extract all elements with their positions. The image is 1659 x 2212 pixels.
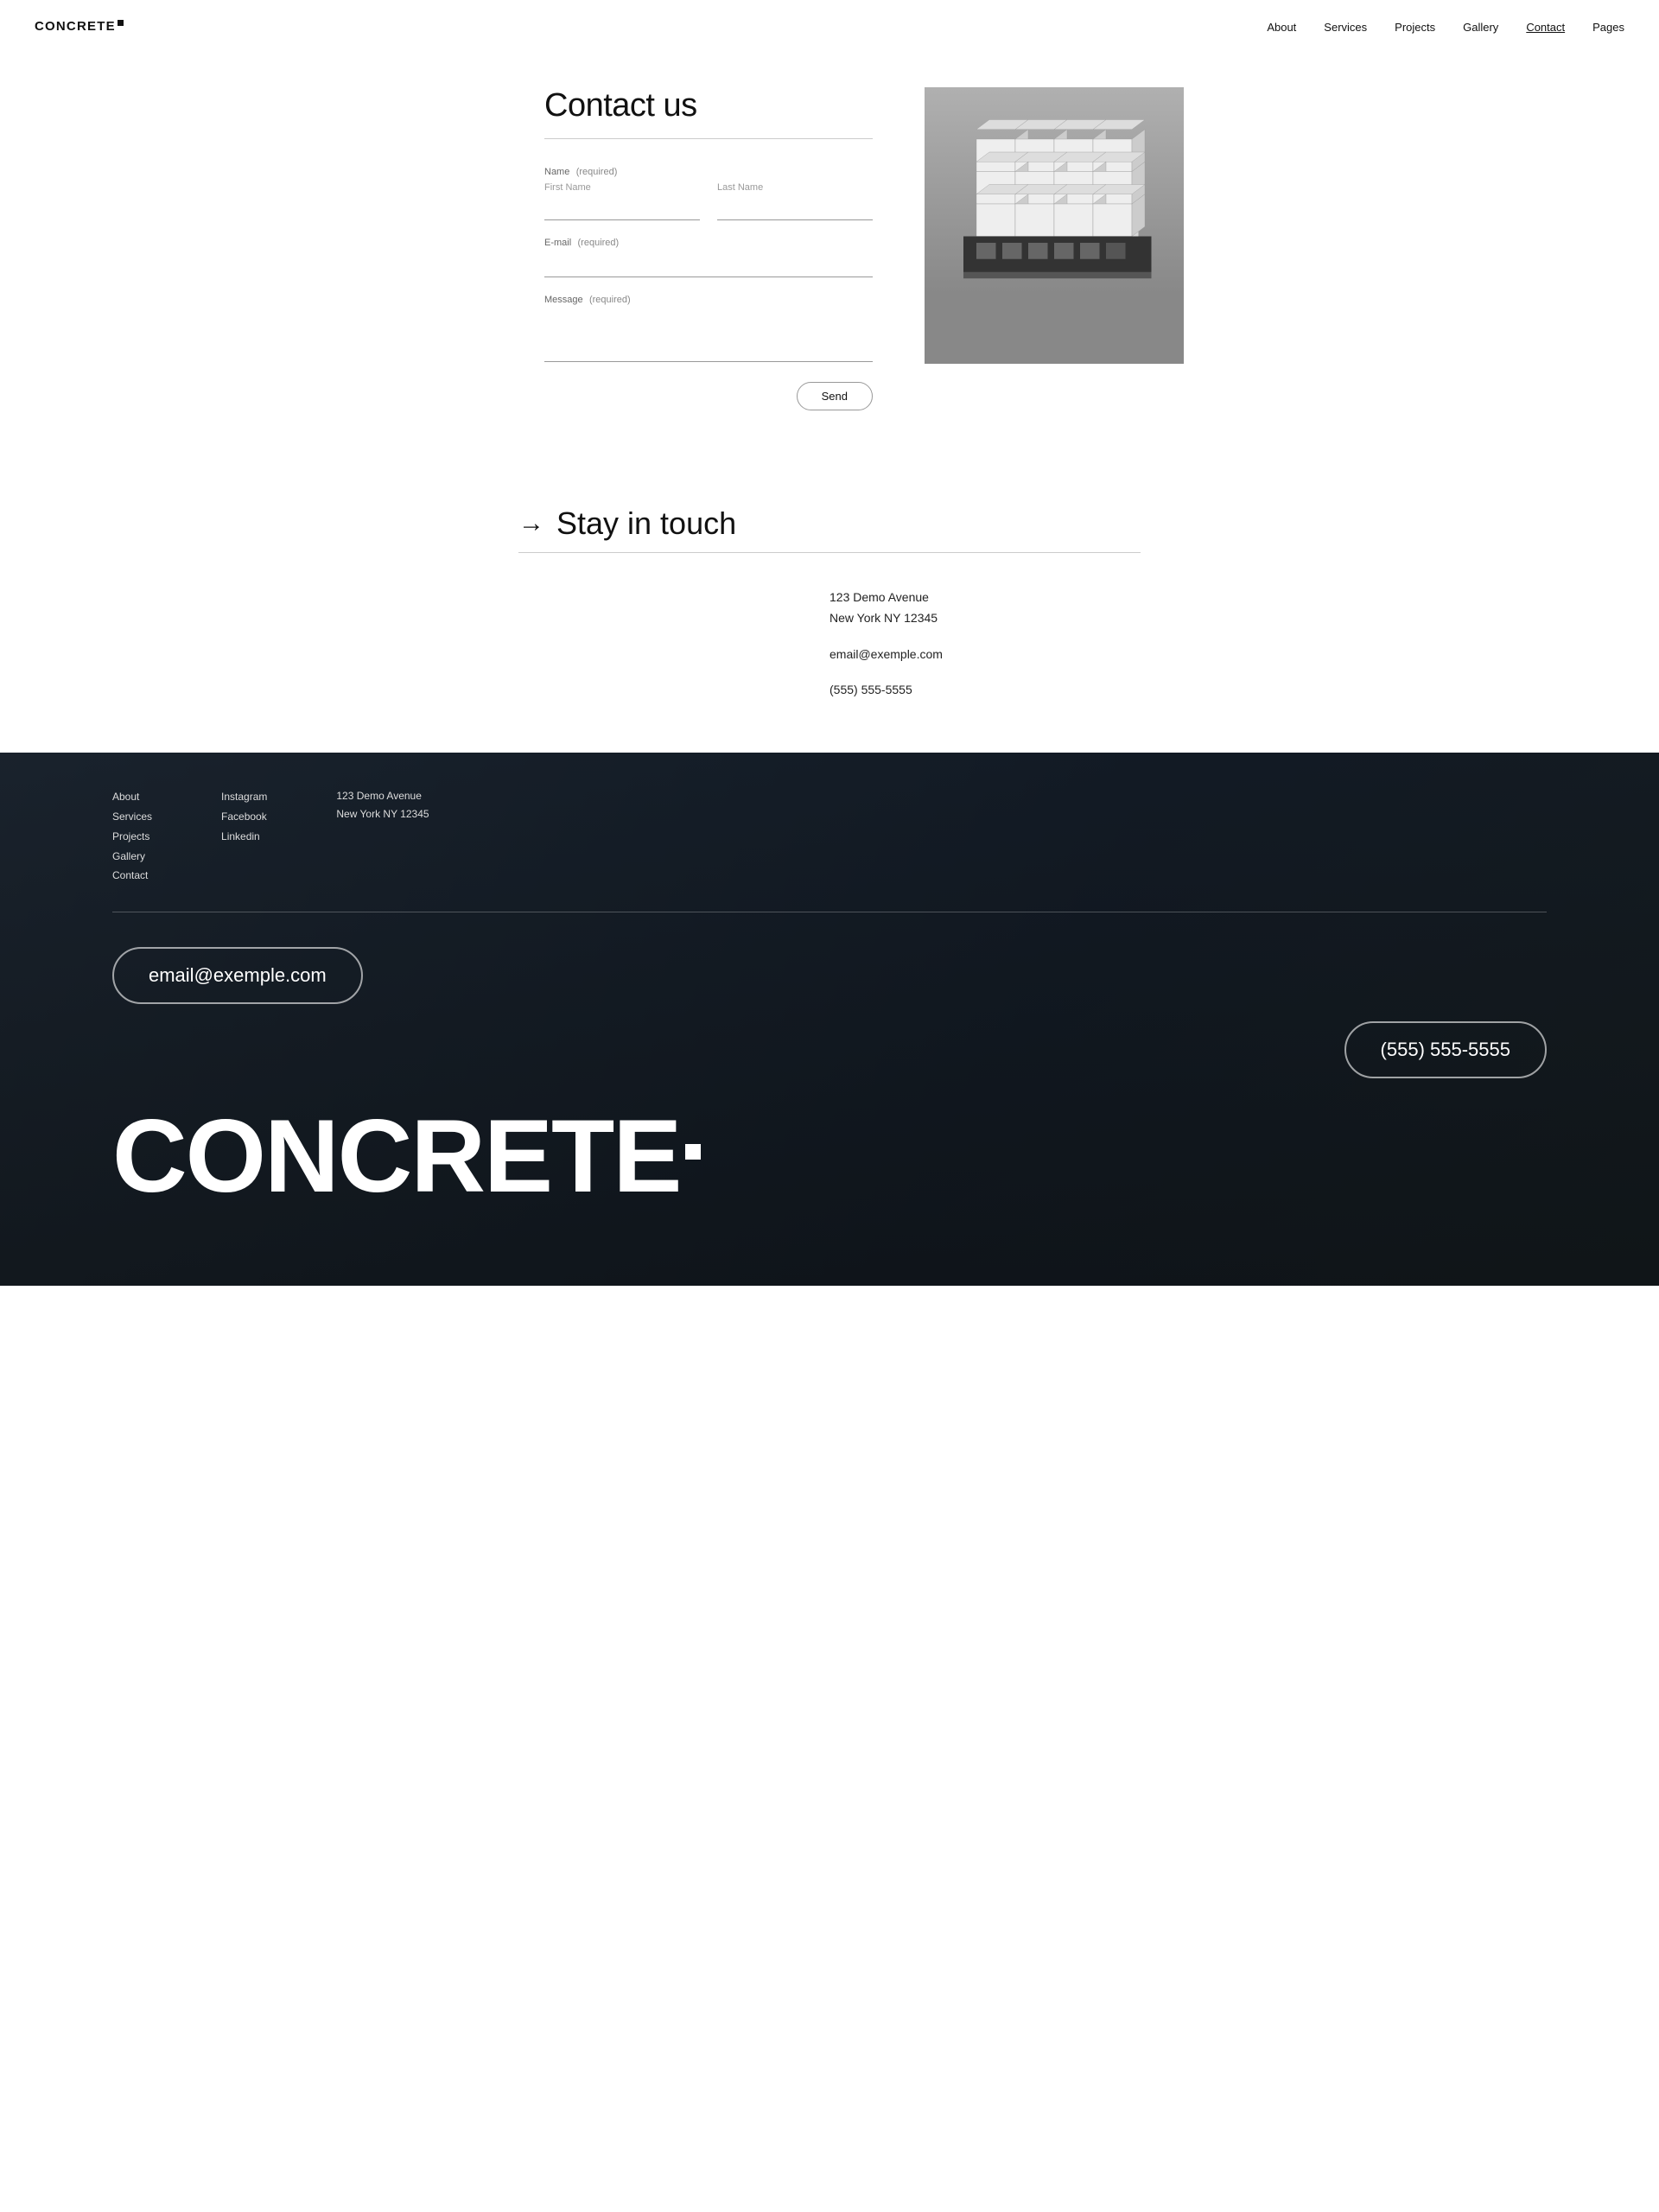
message-label: Message (required) — [544, 293, 873, 305]
name-group: Name (required) First Name Last Name — [544, 165, 873, 220]
footer-btns-row: email@exemple.com (555) 555-5555 — [112, 947, 1547, 1078]
footer-top: About Services Projects Gallery Contact … — [112, 787, 1547, 886]
footer-link-contact[interactable]: Contact — [112, 866, 152, 886]
footer-link-gallery[interactable]: Gallery — [112, 847, 152, 867]
contact-phone: (555) 555-5555 — [830, 680, 1141, 701]
last-name-label: Last Name — [717, 182, 873, 193]
main-content: Contact us Name (required) First Name La… — [441, 53, 1218, 462]
email-group: E-mail (required) — [544, 236, 873, 277]
footer-email-button[interactable]: email@exemple.com — [112, 947, 363, 1004]
name-row: First Name Last Name — [544, 182, 873, 220]
contact-email: email@exemple.com — [830, 645, 1141, 665]
footer-link-projects[interactable]: Projects — [112, 827, 152, 847]
nav-item-gallery[interactable]: Gallery — [1463, 20, 1498, 34]
form-divider — [544, 138, 873, 139]
contact-title: Contact us — [544, 87, 873, 124]
first-name-label: First Name — [544, 182, 700, 193]
footer-facebook[interactable]: Facebook — [221, 807, 267, 827]
contact-image — [925, 87, 1184, 364]
footer-logo-large: CONCRETE — [112, 1104, 1547, 1208]
email-label: E-mail (required) — [544, 236, 873, 248]
footer-address-col: 123 Demo Avenue New York NY 12345 — [336, 787, 429, 886]
nav-item-contact[interactable]: Contact — [1526, 20, 1565, 34]
footer-social-col: Instagram Facebook Linkedin — [221, 787, 267, 886]
nav-logo[interactable]: CONCRETE — [35, 19, 124, 34]
footer-content: About Services Projects Gallery Contact … — [0, 753, 1659, 1234]
footer-address-line2: New York NY 12345 — [336, 805, 429, 823]
contact-form-section: Contact us Name (required) First Name La… — [544, 87, 873, 410]
first-name-input[interactable] — [544, 196, 700, 220]
footer-link-services[interactable]: Services — [112, 807, 152, 827]
footer-address-line1: 123 Demo Avenue — [336, 787, 429, 804]
name-label: Name (required) — [544, 165, 873, 177]
message-input[interactable] — [544, 310, 873, 362]
stay-title: → Stay in touch — [518, 505, 1141, 542]
send-btn-row: Send — [544, 382, 873, 410]
nav-item-pages[interactable]: Pages — [1592, 20, 1624, 34]
stay-section: → Stay in touch 123 Demo Avenue New York… — [415, 462, 1244, 753]
building-illustration — [925, 87, 1184, 295]
send-button[interactable]: Send — [797, 382, 873, 410]
main-nav: CONCRETE About Services Projects Gallery… — [0, 0, 1659, 53]
last-name-field: Last Name — [717, 182, 873, 220]
nav-item-about[interactable]: About — [1267, 20, 1296, 34]
address-line2: New York NY 12345 — [830, 608, 1141, 629]
stay-divider — [518, 552, 1141, 553]
footer-link-about[interactable]: About — [112, 787, 152, 807]
last-name-input[interactable] — [717, 196, 873, 220]
nav-links: About Services Projects Gallery Contact … — [1267, 20, 1624, 34]
email-input[interactable] — [544, 253, 873, 277]
footer-nav-col: About Services Projects Gallery Contact — [112, 787, 152, 886]
arrow-icon: → — [518, 509, 544, 538]
nav-item-projects[interactable]: Projects — [1395, 20, 1435, 34]
footer-logo-dot — [685, 1144, 701, 1160]
address-line1: 123 Demo Avenue — [830, 588, 1141, 608]
message-group: Message (required) — [544, 293, 873, 365]
footer-linkedin[interactable]: Linkedin — [221, 827, 267, 847]
contact-info: 123 Demo Avenue New York NY 12345 email@… — [830, 588, 1141, 701]
nav-item-services[interactable]: Services — [1324, 20, 1367, 34]
first-name-field: First Name — [544, 182, 700, 220]
footer-phone-button[interactable]: (555) 555-5555 — [1344, 1021, 1547, 1078]
footer-instagram[interactable]: Instagram — [221, 787, 267, 807]
footer-section: About Services Projects Gallery Contact … — [0, 753, 1659, 1286]
